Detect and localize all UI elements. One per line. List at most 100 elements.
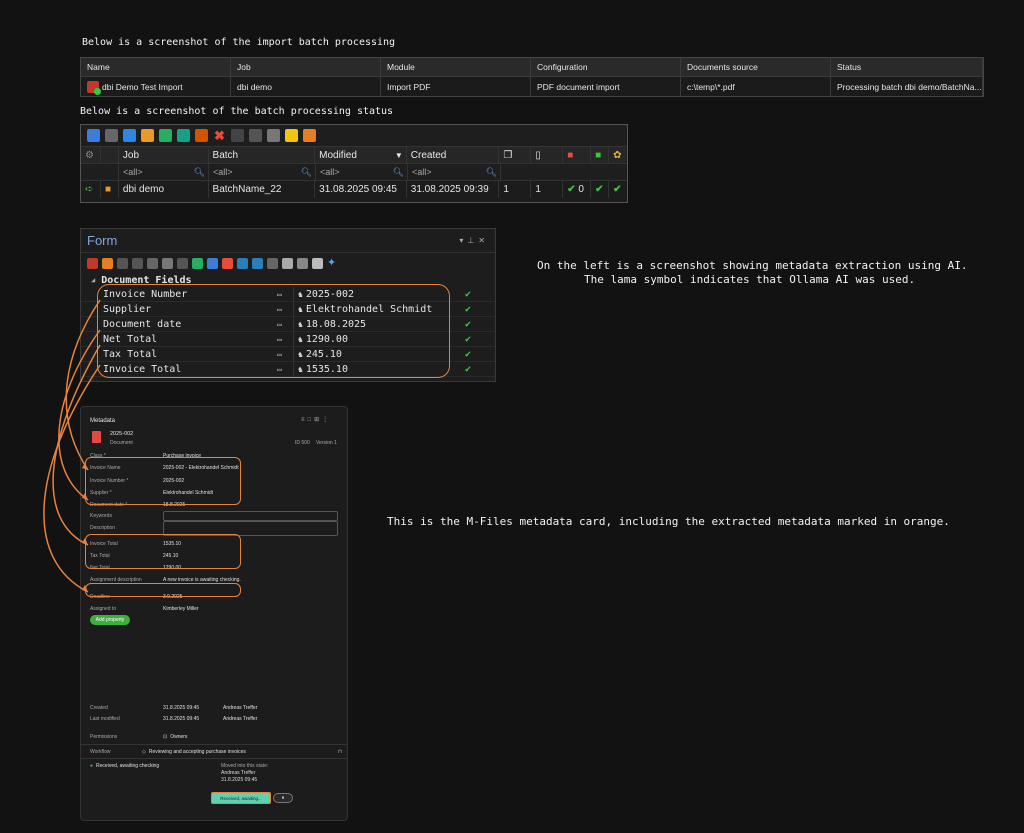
import-batch-grid: Name Job Module Configuration Documents …: [80, 57, 984, 97]
tool-icon[interactable]: [267, 257, 278, 269]
table-row[interactable]: ➪ ■ dbi demo BatchName_22 31.08.2025 09:…: [81, 181, 627, 198]
columns-icon[interactable]: ⊞: [314, 417, 322, 423]
col-batch[interactable]: Batch: [209, 147, 316, 163]
tool-icon[interactable]: [222, 257, 233, 269]
edit-icon[interactable]: [285, 129, 298, 142]
import-configuration: PDF document import: [531, 77, 681, 96]
col-created[interactable]: Created: [407, 147, 500, 163]
property-label: Description: [90, 524, 116, 531]
permissions-label: Permissions: [90, 733, 118, 740]
settings-icon[interactable]: [177, 129, 190, 142]
col-documents-source[interactable]: Documents source: [681, 58, 831, 76]
filter-created[interactable]: <all> 🔍︎: [408, 164, 501, 180]
search-icon: 🔍︎: [485, 166, 497, 177]
tool-icon[interactable]: [297, 257, 308, 269]
state-transition-button[interactable]: Received, awaiting...: [211, 792, 271, 804]
keywords-field[interactable]: [163, 511, 338, 521]
batch-errors: 0: [578, 184, 584, 195]
refresh-icon[interactable]: [87, 129, 100, 142]
pin-icon[interactable]: ⊥: [467, 236, 478, 245]
list-icon[interactable]: [231, 129, 244, 142]
card-property-row[interactable]: Assigned to Kimberley Miller: [90, 605, 342, 612]
collapse-icon[interactable]: ◢: [91, 276, 95, 284]
table-row[interactable]: [81, 198, 627, 202]
grid-icon[interactable]: [249, 129, 262, 142]
filter-created-value: <all>: [412, 167, 432, 177]
doc-id: ID 500: [295, 440, 310, 446]
workflow-state: Received, awaiting checking: [96, 762, 160, 769]
close-icon[interactable]: ✕: [478, 236, 489, 245]
table-row[interactable]: dbi Demo Test Import dbi demo Import PDF…: [81, 77, 983, 96]
sync-icon[interactable]: [123, 129, 136, 142]
check-icon: ✔: [465, 318, 472, 330]
col-module[interactable]: Module: [381, 58, 531, 76]
delete-icon[interactable]: ✖: [213, 129, 226, 142]
created-date: 31.8.2025 09:45: [163, 704, 200, 711]
batch-status-grid: ✖ ⚙ Job Batch Modified ▼ Created ❐ ▯ ■ ■ …: [80, 124, 628, 203]
eye-icon[interactable]: [207, 257, 218, 269]
tool-icon[interactable]: [117, 257, 128, 269]
more-icon[interactable]: ⋮: [322, 417, 331, 423]
permissions-value[interactable]: Owners: [170, 734, 187, 740]
col-modified[interactable]: Modified ▼: [315, 147, 407, 163]
llama-icon[interactable]: [312, 257, 323, 269]
col-status[interactable]: Status: [831, 58, 983, 76]
col-job[interactable]: Job: [119, 147, 209, 163]
sparkle-icon[interactable]: ✦: [327, 257, 338, 269]
arrow-right-icon: ➪: [81, 181, 101, 198]
settings-gear-icon[interactable]: ⚙: [81, 147, 101, 163]
flag-icon[interactable]: [303, 129, 316, 142]
filter-modified[interactable]: <all> 🔍︎: [316, 164, 408, 180]
check-icon: ✔: [465, 303, 472, 315]
col-job[interactable]: Job: [231, 58, 381, 76]
tool-icon[interactable]: [192, 257, 203, 269]
tool-icon[interactable]: [162, 257, 173, 269]
sort-down-icon: ▼: [394, 150, 403, 160]
modified-label: Last modified: [90, 715, 120, 722]
filter-modified-value: <all>: [320, 167, 340, 177]
created-label: Created: [90, 704, 108, 711]
status-icon[interactable]: [195, 129, 208, 142]
card-property-row[interactable]: Assignment description A new invoice is a…: [90, 576, 342, 583]
property-value: Kimberley Miller: [163, 605, 199, 612]
col-configuration[interactable]: Configuration: [531, 58, 681, 76]
workflow-label: Workflow: [90, 748, 111, 755]
caption-import: Below is a screenshot of the import batc…: [82, 37, 396, 48]
moved-label: Moved into this state:: [221, 763, 269, 769]
col-name[interactable]: Name: [81, 58, 231, 76]
doc-version: Version 1: [316, 440, 337, 446]
form-highlight-box: [97, 284, 450, 378]
batch-job: dbi demo: [119, 181, 209, 198]
copy-icon[interactable]: [105, 129, 118, 142]
check-icon: ✔: [591, 181, 610, 198]
check-icon: ✔: [465, 363, 472, 375]
pages-icon: ❐: [499, 147, 532, 163]
check-icon: ✔: [465, 288, 472, 300]
workflow-value[interactable]: Reviewing and accepting purchase invoice…: [149, 749, 246, 755]
filter-batch[interactable]: <all> 🔍︎: [209, 164, 316, 180]
add-property-button[interactable]: Add property: [90, 615, 130, 625]
tool-icon[interactable]: [87, 257, 98, 269]
tool-icon[interactable]: [177, 257, 188, 269]
search-icon: 🔍︎: [300, 166, 312, 177]
tool-icon[interactable]: [237, 257, 248, 269]
tool-icon[interactable]: [252, 257, 263, 269]
next-state-icon[interactable]: ●: [273, 793, 293, 803]
batch-name: BatchName_22: [209, 181, 316, 198]
gear-icon[interactable]: [282, 257, 293, 269]
tool-icon[interactable]: [102, 257, 113, 269]
created-user: Andreas Treffer: [223, 704, 258, 711]
tool-icon[interactable]: [132, 257, 143, 269]
error-icon: ■: [563, 147, 592, 163]
package-icon[interactable]: [141, 129, 154, 142]
modified-user: Andreas Treffer: [223, 715, 258, 722]
export-icon[interactable]: [267, 129, 280, 142]
card-highlight-box-3: [85, 583, 241, 597]
property-label: Assignment description: [90, 576, 142, 583]
run-icon[interactable]: [159, 129, 172, 142]
filter-job[interactable]: <all> 🔍︎: [119, 164, 209, 180]
tool-icon[interactable]: [147, 257, 158, 269]
doc-name: 2025-002: [110, 431, 134, 437]
import-name: dbi Demo Test Import: [102, 81, 183, 92]
lock-icon: ⊓: [338, 748, 342, 755]
